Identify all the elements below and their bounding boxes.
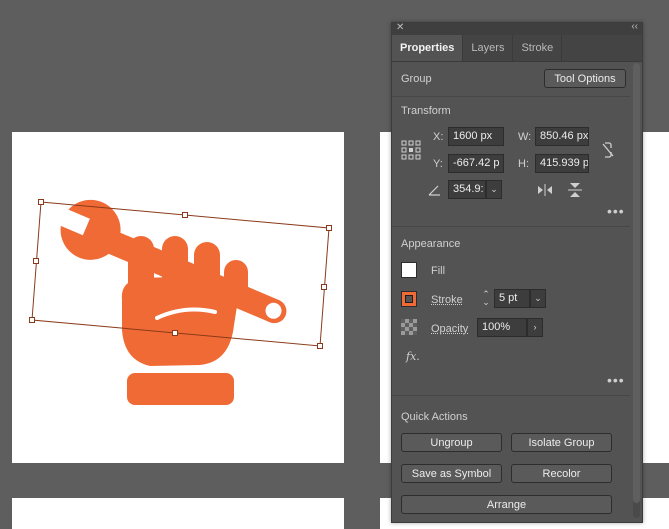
w-field[interactable]: 850.46 px [535, 127, 589, 146]
fill-label: Fill [431, 265, 446, 277]
close-icon[interactable]: ✕ [396, 22, 404, 33]
ungroup-button[interactable]: Ungroup [401, 433, 502, 452]
angle-dropdown-icon[interactable]: ⌄ [486, 180, 502, 199]
appearance-more-icon[interactable]: ••• [607, 372, 625, 388]
x-field[interactable]: 1600 px [448, 127, 504, 146]
stroke-weight-stepper[interactable]: ⌃ ⌄ [481, 290, 491, 308]
opacity-field[interactable]: 100% [477, 318, 527, 337]
divider [392, 96, 630, 97]
transform-title: Transform [401, 105, 451, 117]
save-as-symbol-button[interactable]: Save as Symbol [401, 464, 502, 483]
recolor-button[interactable]: Recolor [511, 464, 612, 483]
transform-more-icon[interactable]: ••• [607, 203, 625, 219]
constrain-proportions-icon[interactable] [600, 141, 616, 159]
flip-vertical-icon[interactable] [568, 182, 582, 198]
fist-base-shape[interactable] [127, 373, 234, 405]
tab-properties[interactable]: Properties [392, 35, 464, 61]
tab-stroke[interactable]: Stroke [513, 35, 563, 61]
quick-actions-title: Quick Actions [401, 411, 468, 423]
scrollbar-thumb[interactable] [633, 63, 640, 503]
collapse-icon[interactable]: ‹‹ [631, 21, 638, 32]
stroke-label[interactable]: Stroke [431, 294, 463, 306]
stroke-weight-field[interactable]: 5 pt [494, 289, 530, 308]
y-label: Y: [433, 158, 443, 170]
h-label: H: [518, 158, 529, 170]
isolate-group-button[interactable]: Isolate Group [511, 433, 612, 452]
appearance-title: Appearance [401, 238, 461, 250]
divider [392, 395, 630, 396]
h-field[interactable]: 415.939 p [535, 154, 589, 173]
panel-tabs: Properties Layers Stroke [392, 35, 642, 62]
w-label: W: [518, 131, 532, 143]
panel-titlebar[interactable]: ✕ ‹‹ [392, 21, 642, 35]
stroke-weight-dropdown-icon[interactable]: ⌄ [530, 289, 546, 308]
x-label: X: [433, 131, 444, 143]
rotate-angle-icon [428, 185, 440, 196]
opacity-label[interactable]: Opacity [431, 323, 468, 335]
reference-point-icon[interactable] [401, 140, 421, 160]
fx-button[interactable]: fx. [406, 350, 420, 363]
tab-layers[interactable]: Layers [463, 35, 514, 61]
opacity-arrow-icon[interactable]: › [527, 318, 543, 337]
flip-horizontal-icon[interactable] [537, 184, 553, 196]
tool-options-button[interactable]: Tool Options [544, 69, 626, 88]
y-field[interactable]: -667.42 p [448, 154, 504, 173]
opacity-checker-icon [401, 319, 417, 335]
selection-type-label: Group [401, 73, 432, 85]
arrange-button[interactable]: Arrange [401, 495, 612, 514]
divider [392, 226, 630, 227]
fill-swatch[interactable] [401, 262, 417, 278]
angle-field[interactable]: 354.9: [448, 180, 486, 199]
properties-panel: ✕ ‹‹ Properties Layers Stroke Group Tool… [391, 21, 643, 523]
stroke-swatch[interactable] [401, 291, 417, 307]
panel-scrollbar[interactable] [633, 63, 640, 518]
